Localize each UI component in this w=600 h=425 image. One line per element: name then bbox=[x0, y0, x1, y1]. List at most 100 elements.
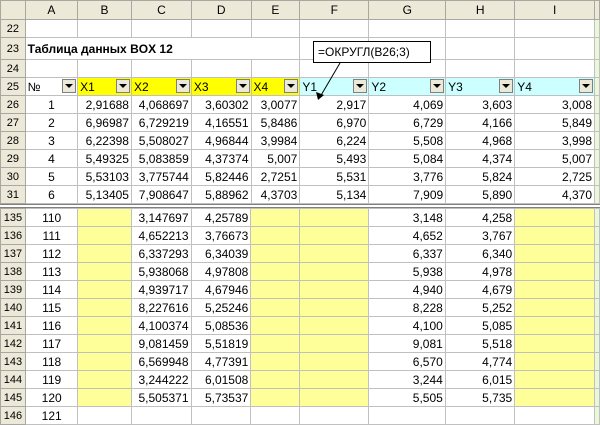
row-header[interactable]: 139 bbox=[0, 280, 26, 299]
cell[interactable] bbox=[130, 59, 192, 78]
cell[interactable] bbox=[299, 19, 370, 38]
cell[interactable]: 4,100374 bbox=[130, 316, 192, 335]
cell[interactable]: 4 bbox=[24, 149, 79, 168]
cell[interactable]: 9,081459 bbox=[130, 334, 192, 353]
cell[interactable]: 4,96844 bbox=[190, 131, 252, 150]
cell[interactable] bbox=[298, 406, 369, 425]
cell[interactable] bbox=[77, 244, 132, 263]
row-header[interactable]: 145 bbox=[0, 388, 26, 407]
cell[interactable] bbox=[190, 406, 252, 425]
cell[interactable] bbox=[250, 59, 301, 78]
cell[interactable]: 2,725 bbox=[514, 167, 595, 186]
filter-dropdown-icon[interactable] bbox=[175, 79, 190, 93]
cell[interactable]: 5,73537 bbox=[190, 388, 252, 407]
cell[interactable] bbox=[367, 406, 446, 425]
cell[interactable] bbox=[77, 280, 132, 299]
row-header[interactable]: 144 bbox=[0, 370, 26, 389]
cell[interactable] bbox=[130, 406, 192, 425]
cell[interactable] bbox=[368, 19, 447, 38]
cell[interactable]: 5,51819 bbox=[190, 334, 252, 353]
cell[interactable] bbox=[514, 59, 595, 78]
row-header[interactable]: 29 bbox=[0, 149, 26, 168]
cell[interactable]: 4,370 bbox=[514, 185, 595, 204]
filter-dropdown-icon[interactable] bbox=[115, 79, 130, 93]
cell[interactable]: 5,134 bbox=[299, 185, 370, 204]
cell[interactable] bbox=[298, 280, 369, 299]
cell[interactable]: 6,015 bbox=[444, 370, 516, 389]
column-header-a[interactable]: A bbox=[24, 0, 79, 20]
cell[interactable]: 6,970 bbox=[299, 113, 370, 132]
cell[interactable]: 5,505 bbox=[367, 388, 446, 407]
row-header[interactable]: 28 bbox=[0, 131, 26, 150]
column-header-c[interactable]: C bbox=[130, 0, 192, 20]
cell[interactable]: 3 bbox=[24, 131, 79, 150]
cell[interactable] bbox=[514, 280, 595, 299]
cell[interactable]: 5,508027 bbox=[130, 131, 192, 150]
cell[interactable] bbox=[594, 208, 600, 227]
cell[interactable]: 6,01508 bbox=[190, 370, 252, 389]
cell[interactable] bbox=[130, 19, 192, 38]
cell[interactable]: 121 bbox=[24, 406, 79, 425]
row-header[interactable]: 22 bbox=[0, 19, 26, 38]
cell[interactable] bbox=[594, 19, 600, 38]
cell[interactable] bbox=[77, 19, 132, 38]
cell[interactable]: 5,084 bbox=[368, 149, 447, 168]
cell[interactable]: 5,824 bbox=[445, 167, 516, 186]
cell[interactable] bbox=[298, 316, 369, 335]
cell[interactable] bbox=[77, 334, 132, 353]
cell[interactable]: 5,518 bbox=[444, 334, 516, 353]
cell[interactable]: 3,244222 bbox=[130, 370, 192, 389]
cell[interactable] bbox=[594, 77, 600, 96]
cell[interactable]: 5,938068 bbox=[130, 262, 192, 281]
filter-dropdown-icon[interactable] bbox=[235, 79, 250, 93]
cell[interactable] bbox=[594, 167, 600, 186]
cell[interactable] bbox=[594, 280, 600, 299]
cell[interactable] bbox=[594, 406, 600, 425]
cell[interactable]: 5,49325 bbox=[77, 149, 132, 168]
cell[interactable] bbox=[514, 298, 595, 317]
cell[interactable]: 4,679 bbox=[444, 280, 516, 299]
cell[interactable]: 9,081 bbox=[367, 334, 446, 353]
row-header[interactable]: 136 bbox=[0, 226, 26, 245]
cell[interactable] bbox=[250, 316, 300, 335]
cell[interactable] bbox=[77, 298, 132, 317]
cell[interactable]: 6 bbox=[24, 185, 79, 204]
cell[interactable] bbox=[594, 131, 600, 150]
cell[interactable] bbox=[594, 334, 600, 353]
cell[interactable]: 3,008 bbox=[514, 95, 595, 114]
cell[interactable] bbox=[77, 208, 132, 227]
cell[interactable]: 4,939717 bbox=[130, 280, 192, 299]
cell[interactable]: 2,91688 bbox=[77, 95, 132, 114]
filter-header-y2[interactable]: Y2 bbox=[368, 77, 447, 96]
cell[interactable] bbox=[298, 370, 369, 389]
cell[interactable]: 5,08536 bbox=[190, 316, 252, 335]
cell[interactable]: 5,82446 bbox=[190, 167, 252, 186]
cell[interactable]: 5 bbox=[24, 167, 79, 186]
cell[interactable] bbox=[77, 388, 132, 407]
cell[interactable]: 6,22398 bbox=[77, 131, 132, 150]
cell[interactable]: 5,938 bbox=[367, 262, 446, 281]
cell[interactable] bbox=[514, 226, 595, 245]
cell[interactable] bbox=[594, 388, 600, 407]
cell[interactable]: 5,8486 bbox=[250, 113, 301, 132]
cell[interactable] bbox=[77, 59, 132, 78]
column-header-g[interactable]: G bbox=[368, 0, 447, 20]
filter-dropdown-icon[interactable] bbox=[62, 79, 77, 93]
cell[interactable]: 5,007 bbox=[250, 149, 301, 168]
filter-header-y3[interactable]: Y3 bbox=[445, 77, 516, 96]
cell[interactable]: 4,968 bbox=[445, 131, 516, 150]
cell[interactable]: 5,493 bbox=[299, 149, 370, 168]
row-header[interactable]: 27 bbox=[0, 113, 26, 132]
cell[interactable]: 4,068697 bbox=[130, 95, 192, 114]
cell[interactable] bbox=[250, 334, 300, 353]
cell[interactable]: 4,97808 bbox=[190, 262, 252, 281]
cell[interactable]: 3,244 bbox=[367, 370, 446, 389]
cell[interactable]: 5,531 bbox=[299, 167, 370, 186]
cell[interactable] bbox=[594, 244, 600, 263]
row-header[interactable]: 146 bbox=[0, 406, 26, 425]
cell[interactable]: 4,258 bbox=[444, 208, 516, 227]
cell[interactable]: 4,77391 bbox=[190, 352, 252, 371]
cell[interactable]: 3,76673 bbox=[190, 226, 252, 245]
cell[interactable]: 3,767 bbox=[444, 226, 516, 245]
cell[interactable]: 3,603 bbox=[445, 95, 516, 114]
